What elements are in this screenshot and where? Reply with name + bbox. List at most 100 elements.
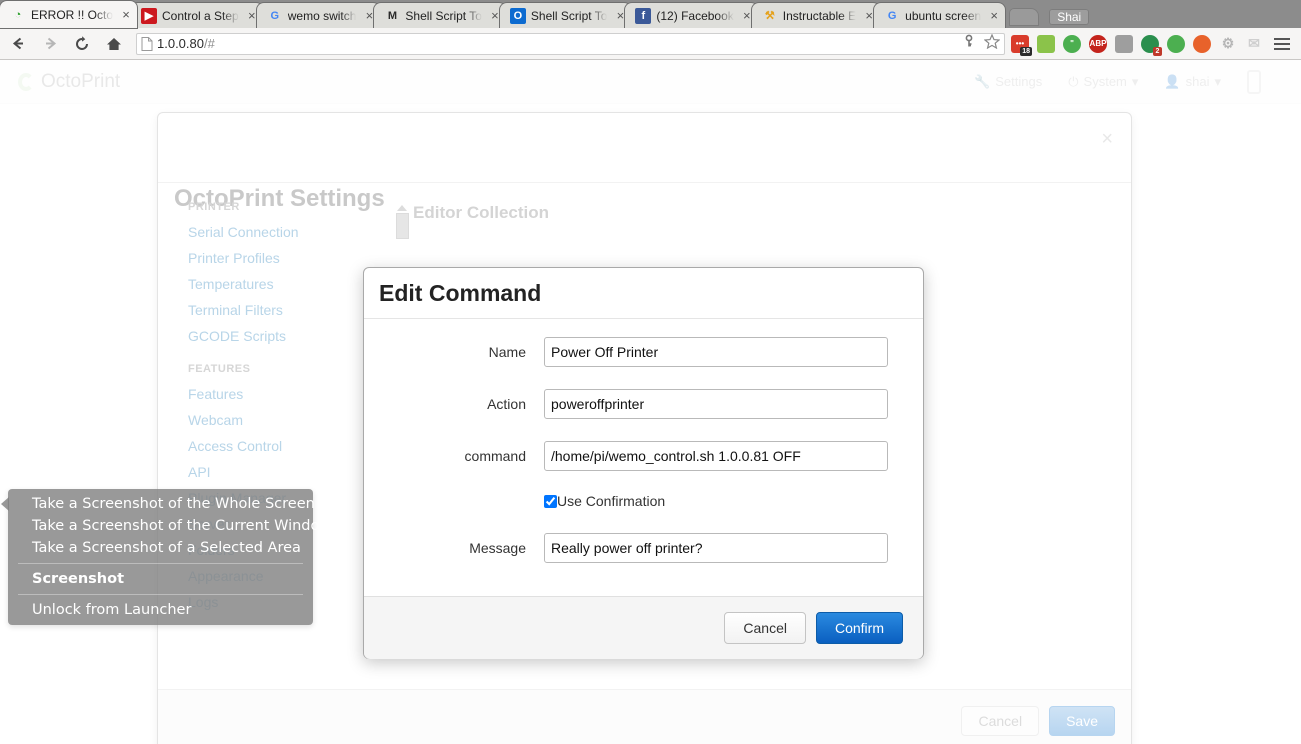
launcher-menu-item-0[interactable]: Take a Screenshot of the Whole Screen (8, 493, 315, 515)
navbar-user[interactable]: 👤 shai ▾ (1164, 74, 1221, 90)
extension-tray: ••• 18 " ABP 2 ⚙ ✉ (1011, 34, 1269, 56)
youtube-icon: ▶ (141, 7, 158, 24)
browser-tab-5[interactable]: f (12) Facebook × (625, 3, 758, 28)
browser-tab-1[interactable]: ▶ Control a Step × (131, 3, 263, 28)
sidebar-item-access-control[interactable]: Access Control (188, 433, 388, 459)
use-confirmation-checkbox[interactable] (544, 494, 557, 508)
launcher-menu-item-4[interactable]: Unlock from Launcher (8, 599, 313, 621)
browser-tab-title: wemo switch (287, 8, 357, 23)
edit-command-dialog-body: Name Action command Use Confirmation Mes… (364, 319, 923, 596)
octoprint-logo-icon (18, 72, 34, 91)
adblock-plus-icon[interactable]: ABP (1089, 34, 1107, 53)
chevron-down-icon: ▾ (1214, 73, 1221, 89)
navbar-system-label: System (1083, 74, 1127, 89)
instructables-icon: ⚒ (764, 10, 775, 22)
browser-tab-3[interactable]: M Shell Script To × (374, 3, 506, 28)
use-confirmation-row: Use Confirmation (544, 493, 923, 509)
browser-user-chip[interactable]: Shai (1049, 9, 1090, 25)
edit-command-dialog: Edit Command Name Action command Use Con… (363, 267, 924, 659)
command-input[interactable] (544, 441, 888, 471)
browser-tab-0[interactable]: ◔ ERROR !! Octo × (0, 1, 138, 28)
sidebar-item-terminal-filters[interactable]: Terminal Filters (188, 297, 388, 323)
lastpass-icon[interactable] (1167, 34, 1185, 53)
sidebar-item-printer-profiles[interactable]: Printer Profiles (188, 245, 388, 271)
sidebar-item-gcode-scripts[interactable]: GCODE Scripts (188, 323, 388, 349)
edit-command-dialog-footer: Cancel Confirm (364, 596, 923, 659)
back-button[interactable] (4, 30, 32, 58)
page-icon (141, 36, 153, 51)
octoprint-icon: ◔ (14, 8, 22, 21)
settings-cancel-button[interactable]: Cancel (961, 706, 1040, 736)
browser-tab-title: Instructable E (782, 8, 857, 23)
sidebar-item-features[interactable]: Features (188, 381, 388, 407)
print-friendly-icon[interactable] (1115, 34, 1133, 53)
browser-tab-6[interactable]: ⚒ Instructable E × (751, 3, 881, 28)
home-button[interactable] (100, 30, 128, 58)
octoprint-brand[interactable]: OctoPrint (18, 71, 120, 93)
extension-badge: 18 (1020, 46, 1032, 56)
key-icon[interactable] (962, 34, 976, 53)
scroll-up-arrow-icon[interactable] (397, 205, 407, 211)
url-text: 1.0.0.80/# (157, 36, 215, 51)
adblock-counter-icon[interactable]: ••• 18 (1011, 34, 1032, 56)
browser-tab-title: Shell Script To (530, 8, 608, 23)
launcher-menu-item-1[interactable]: Take a Screenshot of the Current Window (8, 515, 331, 537)
evernote-icon[interactable] (1037, 34, 1055, 53)
sidebar-item-serial-connection[interactable]: Serial Connection (188, 219, 388, 245)
chevron-down-icon: ▾ (1131, 73, 1139, 89)
settings-modal-header: × (158, 113, 1131, 183)
hangouts-icon[interactable]: " (1063, 34, 1081, 53)
message-label: Message (469, 540, 526, 556)
tab-close-icon[interactable]: × (987, 9, 1001, 23)
url-hash: /# (204, 36, 215, 51)
browser-tab-7[interactable]: Gubuntu screen × (874, 3, 1006, 28)
browser-tab-title: ubuntu screen (905, 8, 982, 23)
close-icon[interactable]: × (1101, 129, 1113, 149)
browser-tab-4[interactable]: O Shell Script To × (499, 3, 632, 28)
opera-icon: O (509, 7, 526, 24)
sidebar-item-webcam[interactable]: Webcam (188, 407, 388, 433)
form-row-name: Name (364, 337, 923, 367)
navbar-settings-label: Settings (995, 74, 1043, 89)
star-icon[interactable] (983, 32, 1001, 54)
sidebar-item-temperatures[interactable]: Temperatures (188, 271, 388, 297)
pocket-icon[interactable]: 2 (1141, 34, 1162, 56)
navbar-system[interactable]: ⏻ System ▾ (1068, 74, 1138, 90)
launcher-menu-item-3[interactable]: Screenshot (8, 568, 313, 590)
tab-close-icon[interactable]: × (119, 8, 133, 22)
facebook-icon: f (635, 7, 652, 24)
browser-tab-title: (12) Facebook (656, 8, 734, 23)
octoprint-navbar: OctoPrint 🔧 Settings ⏻ System ▾ 👤 shai ▾ (0, 60, 1301, 104)
new-tab-button[interactable] (1009, 8, 1040, 26)
sidebar-item-api[interactable]: API (188, 459, 388, 485)
forward-button[interactable] (36, 30, 64, 58)
dialog-title: Edit Command (379, 279, 542, 306)
launcher-menu-item-2[interactable]: Take a Screenshot of a Selected Area (8, 537, 313, 559)
dialog-confirm-button[interactable]: Confirm (815, 612, 903, 644)
form-row-action: Action (364, 389, 923, 419)
mail-icon[interactable]: ✉ (1245, 35, 1263, 53)
phone-icon[interactable] (1247, 69, 1261, 94)
address-bar[interactable]: 1.0.0.80/# (136, 32, 1005, 55)
reload-button[interactable] (68, 30, 96, 58)
browser-tabstrip: ◔ ERROR !! Octo × ▶ Control a Step × Gwemo swi… (0, 0, 1301, 28)
content-heading: Editor Collection (413, 203, 549, 222)
browser-tab-title: ERROR !! Octo (31, 7, 114, 22)
action-input[interactable] (544, 389, 888, 419)
navbar-settings[interactable]: 🔧 Settings (974, 74, 1042, 90)
browser-toolbar: 1.0.0.80/# ••• 18 " ABP 2 ⚙ ✉ (0, 28, 1301, 60)
command-label: command (464, 448, 526, 464)
name-input[interactable] (544, 337, 888, 367)
dialog-cancel-button[interactable]: Cancel (724, 612, 806, 644)
google-icon: G (887, 9, 897, 22)
browser-tab-2[interactable]: Gwemo switch × (256, 3, 381, 28)
form-row-message: Message (364, 533, 923, 563)
message-input[interactable] (544, 533, 888, 563)
browser-menu-button[interactable] (1269, 37, 1295, 50)
google-icon: G (270, 9, 280, 22)
scrollbar-thumb[interactable] (395, 213, 409, 239)
octoprint-brand-label: OctoPrint (41, 70, 121, 92)
ubuntu-icon[interactable] (1193, 34, 1211, 53)
settings-gear-icon[interactable]: ⚙ (1219, 35, 1237, 53)
settings-save-button[interactable]: Save (1049, 706, 1115, 736)
